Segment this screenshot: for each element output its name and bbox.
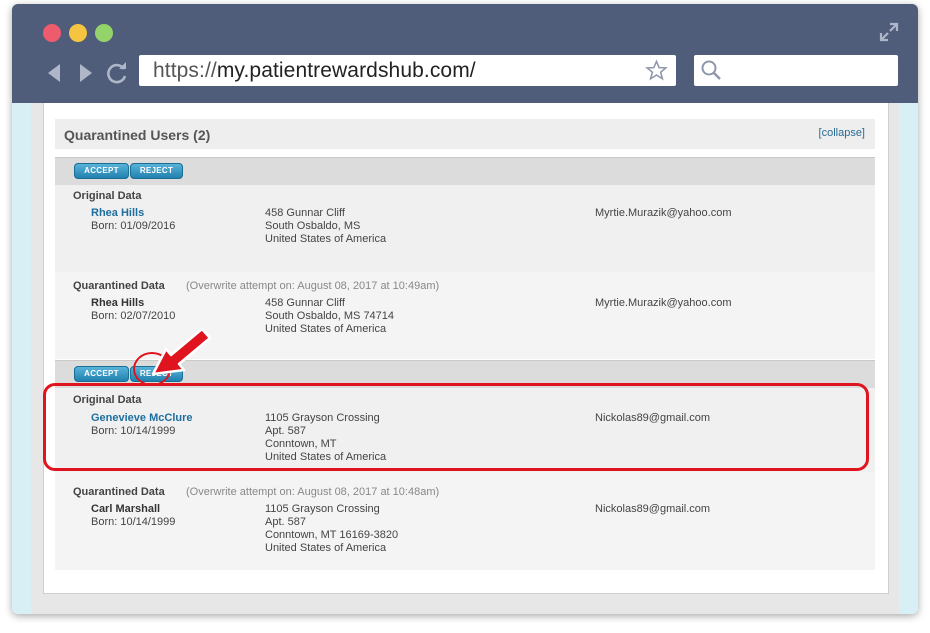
pointer-arrow-icon <box>151 327 212 376</box>
search-icon <box>701 60 721 80</box>
address-line: United States of America <box>265 323 387 335</box>
forward-icon[interactable] <box>72 60 98 86</box>
address-line: Conntown, MT 16169-3820 <box>265 529 399 541</box>
bookmark-star-icon[interactable] <box>645 59 668 82</box>
minimize-window-button[interactable] <box>69 24 87 42</box>
panel-title: Quarantined Users (2) <box>64 127 211 143</box>
user-name: Rhea Hills <box>91 297 145 309</box>
url-protocol: https:// <box>153 59 217 82</box>
email-address: Myrtie.Murazik@yahoo.com <box>595 207 732 219</box>
address-line: 458 Gunnar Cliff <box>265 297 345 309</box>
address-line: 458 Gunnar Cliff <box>265 207 345 219</box>
maximize-window-button[interactable] <box>95 24 113 42</box>
accept-button[interactable]: ACCEPT <box>74 163 129 179</box>
user-1-original-data: Original Data Rhea Hills Born: 01/09/201… <box>55 185 875 272</box>
overwrite-note: (Overwrite attempt on: August 08, 2017 a… <box>186 280 440 292</box>
address-line: Apt. 587 <box>265 516 306 528</box>
section-label: Quarantined Data <box>73 280 165 292</box>
collapse-link[interactable]: [collapse] <box>819 127 865 139</box>
address-line: United States of America <box>265 233 387 245</box>
address-block: 1105 Grayson Crossing Apt. 587 Conntown,… <box>265 503 398 555</box>
address-line: South Osbaldo, MS <box>265 220 361 232</box>
url-text: https://my.patientrewardshub.com/ <box>153 59 476 83</box>
user-name-link[interactable]: Rhea Hills <box>91 207 144 219</box>
overwrite-note: (Overwrite attempt on: August 08, 2017 a… <box>186 486 440 498</box>
browser-window: https://my.patientrewardshub.com/ Quaran… <box>12 4 918 614</box>
highlight-box <box>43 383 869 471</box>
fullscreen-icon[interactable] <box>878 21 900 43</box>
address-bar[interactable]: https://my.patientrewardshub.com/ <box>139 55 676 86</box>
url-host: my.patientrewardshub.com/ <box>216 59 476 82</box>
reload-icon[interactable] <box>104 60 130 86</box>
accept-button[interactable]: ACCEPT <box>74 366 129 382</box>
panel-header: Quarantined Users (2) [collapse] <box>55 119 875 149</box>
address-line: United States of America <box>265 542 387 554</box>
user-2-quarantined-data: Quarantined Data (Overwrite attempt on: … <box>55 472 875 570</box>
search-input[interactable] <box>694 55 898 86</box>
browser-titlebar: https://my.patientrewardshub.com/ <box>12 4 918 103</box>
close-window-button[interactable] <box>43 24 61 42</box>
address-block: 458 Gunnar Cliff South Osbaldo, MS Unite… <box>265 207 386 246</box>
birth-date: Born: 10/14/1999 <box>91 516 176 528</box>
email-address: Myrtie.Murazik@yahoo.com <box>595 297 732 309</box>
birth-date: Born: 02/07/2010 <box>91 310 176 322</box>
birth-date: Born: 01/09/2016 <box>91 220 176 232</box>
section-label: Original Data <box>73 190 142 202</box>
address-block: 458 Gunnar Cliff South Osbaldo, MS 74714… <box>265 297 394 336</box>
user-1-action-bar: ACCEPT REJECT <box>55 157 875 185</box>
section-label: Quarantined Data <box>73 486 165 498</box>
address-line: 1105 Grayson Crossing <box>265 503 380 515</box>
back-icon[interactable] <box>42 60 68 86</box>
reject-button[interactable]: REJECT <box>130 163 183 179</box>
address-line: South Osbaldo, MS 74714 <box>265 310 395 322</box>
user-name: Carl Marshall <box>91 503 161 515</box>
email-address: Nickolas89@gmail.com <box>595 503 711 515</box>
